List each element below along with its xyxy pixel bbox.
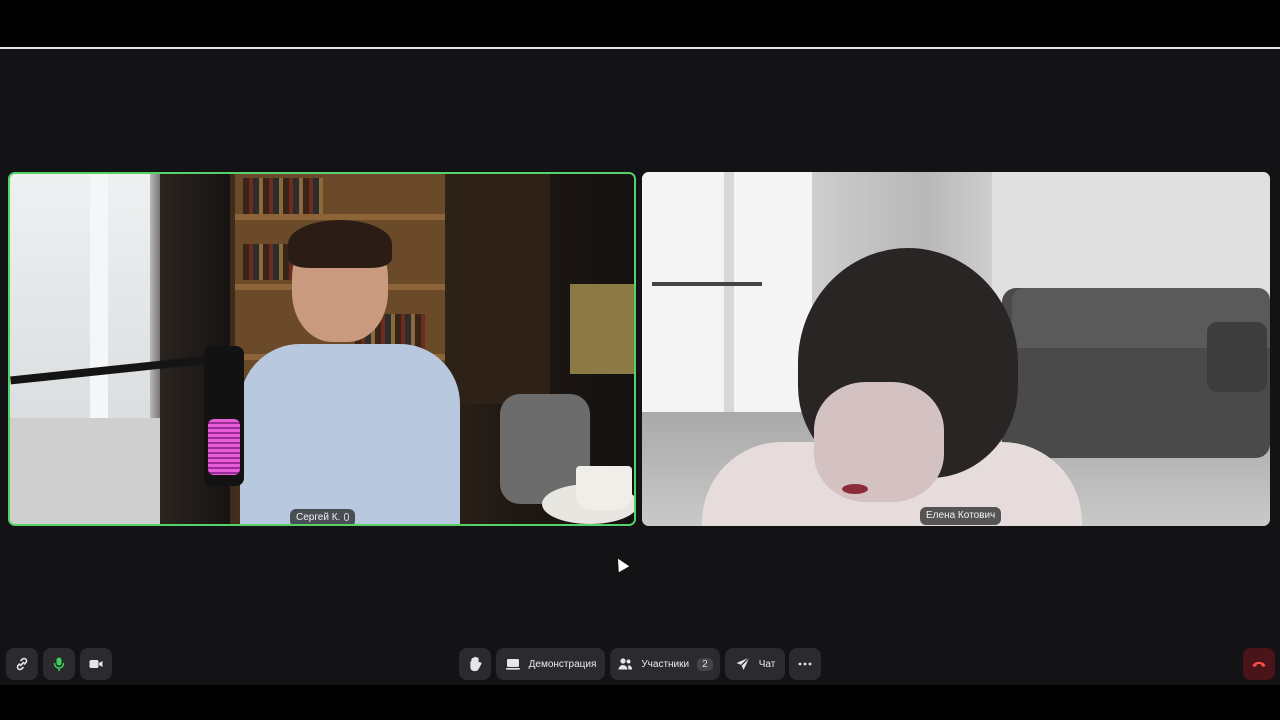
screen-share-label: Демонстрация <box>528 658 597 670</box>
send-icon <box>735 656 751 672</box>
participant-name-tag: Елена Котович <box>920 507 1002 525</box>
link-icon <box>14 656 30 672</box>
raise-hand-button[interactable] <box>459 648 491 680</box>
participants-label: Участники <box>641 658 690 670</box>
mouse-cursor <box>612 555 630 573</box>
mic-status-icon <box>344 513 350 521</box>
participants-button[interactable]: Участники 2 <box>610 648 720 680</box>
participant-name: Сергей К. <box>296 512 341 523</box>
video-tile-sergey[interactable]: Сергей К. <box>8 172 636 526</box>
hand-icon <box>467 656 483 672</box>
top-bar <box>0 0 1280 48</box>
participant-name-tag: Сергей К. <box>290 509 356 524</box>
microphone-toggle-button[interactable] <box>43 648 75 680</box>
copy-link-button[interactable] <box>6 648 38 680</box>
bottom-bar <box>0 685 1280 720</box>
camera-toggle-button[interactable] <box>80 648 112 680</box>
video-feed <box>10 174 634 524</box>
video-tile-elena[interactable]: Елена Котович <box>642 172 1270 526</box>
more-options-button[interactable] <box>789 648 821 680</box>
phone-hangup-icon <box>1251 656 1267 672</box>
screen-share-button[interactable]: Демонстрация <box>496 648 605 680</box>
more-icon <box>797 656 813 672</box>
participants-icon <box>617 656 633 672</box>
camera-icon <box>88 656 104 672</box>
end-call-button[interactable] <box>1243 648 1275 680</box>
video-feed <box>642 172 1270 526</box>
participant-name: Елена Котович <box>926 510 996 521</box>
chat-label: Чат <box>758 658 776 670</box>
top-divider <box>0 47 1280 49</box>
chat-button[interactable]: Чат <box>725 648 785 680</box>
screen-share-icon <box>505 656 521 672</box>
mic-icon <box>51 656 67 672</box>
participants-count-badge: 2 <box>697 657 713 671</box>
